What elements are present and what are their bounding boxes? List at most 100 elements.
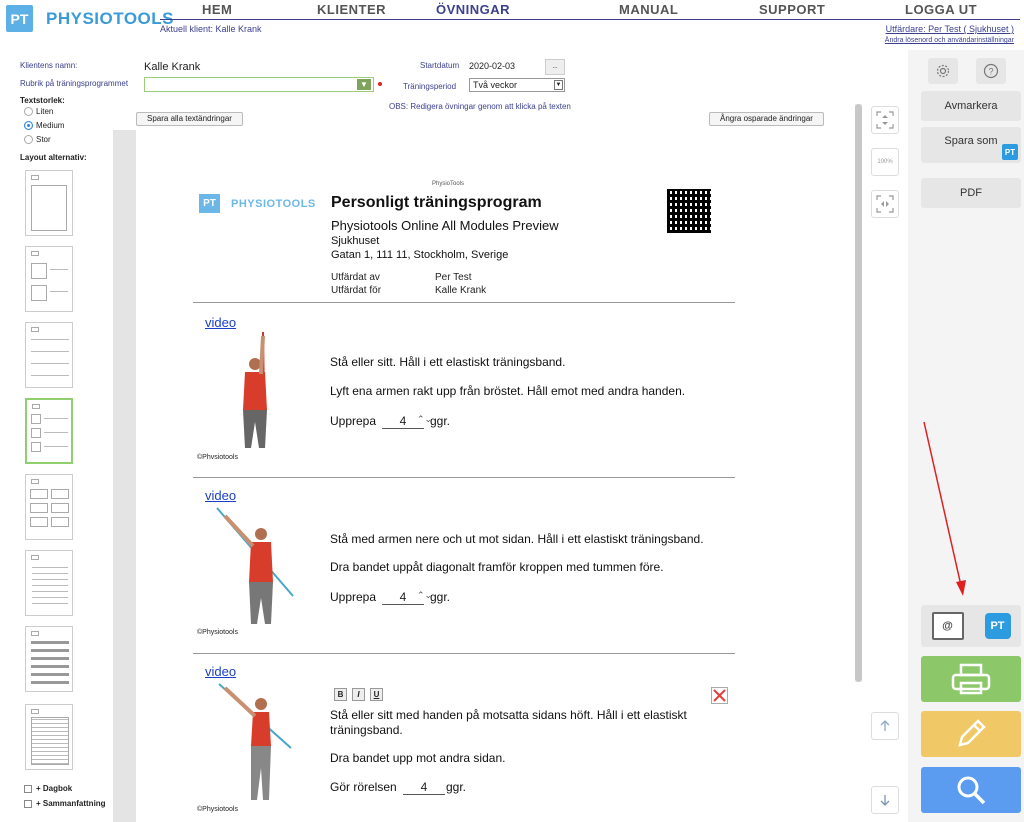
save-all-button[interactable]: Spara alla textändringar bbox=[136, 112, 243, 126]
save-as-label: Spara som bbox=[944, 135, 998, 147]
underline-button[interactable]: U bbox=[370, 688, 383, 701]
doc-address[interactable]: Gatan 1, 111 11, Stockholm, Sverige bbox=[331, 249, 508, 261]
thumb-logo bbox=[31, 251, 39, 256]
deselect-button[interactable]: Avmarkera bbox=[921, 91, 1021, 121]
diary-option[interactable]: + Dagbok bbox=[24, 784, 72, 793]
print-button[interactable] bbox=[921, 656, 1021, 702]
doc-org[interactable]: Sjukhuset bbox=[331, 235, 379, 247]
textsize-large[interactable]: Stor bbox=[24, 135, 51, 144]
program-title-label: Rubrik på träningsprogrammet bbox=[20, 79, 129, 88]
zoom-100-icon[interactable]: 100% bbox=[871, 148, 899, 176]
layout-thumb-3[interactable] bbox=[25, 322, 73, 388]
exercise-2-line-1[interactable]: Stå med armen nere och ut mot sidan. Hål… bbox=[330, 532, 704, 547]
exercise-3-repeat-value[interactable]: 4 bbox=[403, 780, 445, 795]
brand-badge[interactable]: PT bbox=[6, 5, 33, 32]
scroll-up-icon[interactable] bbox=[871, 712, 899, 740]
exercise-2-video-link[interactable]: video bbox=[205, 488, 236, 503]
save-as-button[interactable]: Spara som PT bbox=[921, 127, 1021, 163]
period-select[interactable]: Två veckor ▼ bbox=[469, 78, 565, 92]
nav-support[interactable]: SUPPORT bbox=[759, 2, 825, 17]
nav-manual[interactable]: MANUAL bbox=[619, 2, 678, 17]
nav-home[interactable]: HEM bbox=[202, 2, 232, 17]
exercise-1-figure bbox=[243, 331, 267, 448]
thumb-line bbox=[31, 339, 69, 340]
thumb-line bbox=[31, 375, 69, 376]
undo-button[interactable]: Ångra osparade ändringar bbox=[709, 112, 824, 126]
exercise-3-line-1[interactable]: Stå eller sitt med handen på motsatta si… bbox=[330, 708, 730, 738]
layout-thumb-5[interactable] bbox=[25, 474, 73, 540]
fit-width-icon[interactable] bbox=[871, 190, 899, 218]
brand-name[interactable]: PHYSIOTOOLS bbox=[46, 9, 174, 29]
pt-badge-icon: PT bbox=[1002, 144, 1018, 160]
textsize-large-label: Stor bbox=[36, 135, 51, 144]
scroll-down-icon[interactable] bbox=[871, 786, 899, 814]
fit-height-icon[interactable] bbox=[871, 106, 899, 134]
thumb-line bbox=[44, 418, 68, 419]
thumb-line bbox=[32, 579, 68, 580]
start-date-value[interactable]: 2020-02-03 bbox=[469, 61, 515, 71]
textsize-medium[interactable]: Medium bbox=[24, 121, 64, 130]
doc-title[interactable]: Personligt träningsprogram bbox=[331, 194, 542, 212]
program-title-input[interactable]: ▼ bbox=[144, 77, 374, 92]
settings-gear-icon[interactable] bbox=[928, 58, 958, 84]
issuer-link[interactable]: Utfärdare: Per Test ( Sjukhuset ) bbox=[886, 24, 1014, 34]
edit-button[interactable] bbox=[921, 711, 1021, 757]
current-client: Aktuell klient: Kalle Krank bbox=[160, 24, 262, 34]
italic-button[interactable]: I bbox=[352, 688, 365, 701]
thumb-line bbox=[50, 291, 68, 292]
email-icon[interactable]: @ bbox=[931, 612, 964, 640]
pt-share-icon[interactable]: PT bbox=[984, 613, 1011, 639]
exercise-3-repeat-unit: ggr. bbox=[446, 780, 467, 794]
client-name-label: Klientens namn: bbox=[20, 61, 78, 70]
search-button[interactable] bbox=[921, 767, 1021, 813]
exercise-1-video-link[interactable]: video bbox=[205, 315, 236, 330]
thumb-line bbox=[31, 673, 69, 676]
layout-thumb-1[interactable] bbox=[25, 170, 73, 236]
thumb-grid bbox=[31, 717, 69, 765]
close-icon bbox=[713, 689, 726, 702]
diary-label: + Dagbok bbox=[36, 784, 73, 793]
layout-thumb-6[interactable] bbox=[25, 550, 73, 616]
textsize-small[interactable]: Liten bbox=[24, 107, 53, 116]
thumb-line bbox=[32, 573, 68, 574]
radio-icon[interactable] bbox=[24, 107, 33, 116]
radio-selected-icon[interactable] bbox=[24, 121, 33, 130]
delete-icon[interactable] bbox=[711, 687, 728, 704]
qr-code bbox=[667, 189, 711, 233]
scrollbar-thumb[interactable] bbox=[855, 104, 862, 682]
layout-thumb-4-selected[interactable] bbox=[25, 398, 73, 464]
pdf-button[interactable]: PDF bbox=[921, 178, 1021, 208]
help-icon[interactable]: ? bbox=[976, 58, 1006, 84]
issued-by-label: Utfärdat av bbox=[331, 272, 380, 283]
thumb-line bbox=[44, 446, 68, 447]
exercise-3-line-2[interactable]: Dra bandet upp mot andra sidan. bbox=[330, 751, 505, 766]
main-nav: HEM KLIENTER ÖVNINGAR MANUAL SUPPORT LOG… bbox=[160, 2, 1020, 20]
layout-thumb-7[interactable] bbox=[25, 626, 73, 692]
doc-subtitle[interactable]: Physiotools Online All Modules Preview bbox=[331, 218, 559, 233]
nav-logout[interactable]: LOGGA UT bbox=[905, 2, 977, 17]
checkbox-icon[interactable] bbox=[24, 784, 32, 793]
thumb-line bbox=[32, 567, 68, 568]
checkbox-icon[interactable] bbox=[24, 799, 32, 808]
exercise-2-line-2[interactable]: Dra bandet uppåt diagonalt framför kropp… bbox=[330, 560, 664, 575]
summary-option[interactable]: + Sammanfattning bbox=[24, 799, 106, 808]
date-picker-button[interactable]: .. bbox=[545, 59, 565, 75]
layout-thumb-8[interactable] bbox=[25, 704, 73, 770]
exercise-1-line-1[interactable]: Stå eller sitt. Håll i ett elastiskt trä… bbox=[330, 355, 565, 370]
nav-clients[interactable]: KLIENTER bbox=[317, 2, 386, 17]
zoom-100-label: 100% bbox=[877, 159, 893, 165]
exercise-2-figure bbox=[216, 507, 294, 624]
layout-title: Layout alternativ: bbox=[20, 153, 87, 162]
thumb-line bbox=[32, 597, 68, 598]
thumb-logo bbox=[31, 709, 39, 714]
radio-icon[interactable] bbox=[24, 135, 33, 144]
thumb-line bbox=[50, 269, 68, 270]
layout-thumb-2[interactable] bbox=[25, 246, 73, 312]
edit-notice: OBS: Redigera övningar genom att klicka … bbox=[389, 102, 571, 111]
exercise-1-line-2[interactable]: Lyft ena armen rakt upp från bröstet. Hå… bbox=[330, 384, 685, 399]
password-settings-link[interactable]: Ändra lösenord och användarinställningar bbox=[885, 37, 1014, 44]
exercise-3-video-link[interactable]: video bbox=[205, 664, 236, 679]
nav-exercises[interactable]: ÖVNINGAR bbox=[436, 2, 510, 17]
chevron-down-icon[interactable]: ▼ bbox=[357, 79, 371, 90]
bold-button[interactable]: B bbox=[334, 688, 347, 701]
